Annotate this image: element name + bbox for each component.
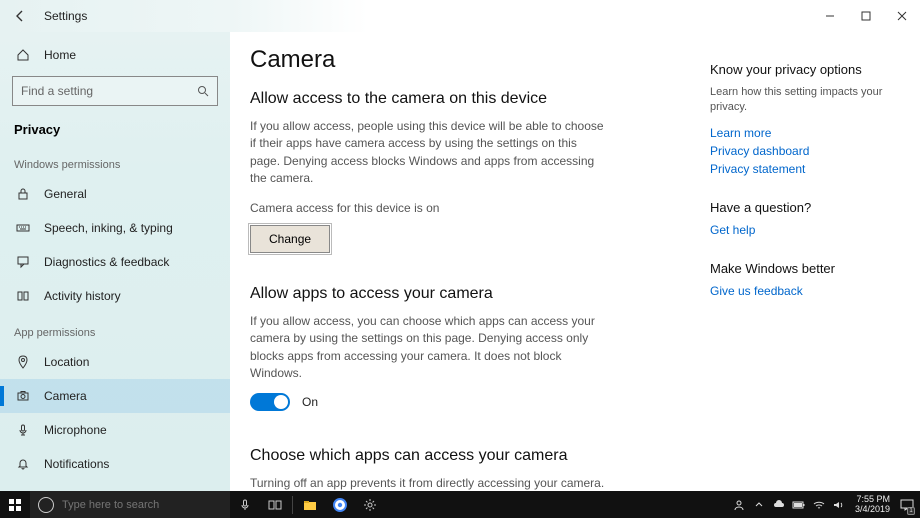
sidebar-item-notifications[interactable]: Notifications <box>0 447 230 481</box>
rail-question-heading: Have a question? <box>710 200 908 215</box>
camera-access-status: Camera access for this device is on <box>250 200 610 217</box>
history-icon <box>14 287 32 305</box>
settings-taskbar[interactable] <box>355 491 385 518</box>
learn-more-link[interactable]: Learn more <box>710 126 908 140</box>
sidebar-item-label: Diagnostics & feedback <box>44 255 169 269</box>
titlebar: Settings <box>0 0 920 32</box>
search-box[interactable] <box>12 76 218 106</box>
sidebar-item-label: Camera <box>44 389 87 403</box>
task-view-button[interactable] <box>260 491 290 518</box>
sidebar-item-label: General <box>44 187 87 201</box>
section-choose-apps-heading: Choose which apps can access your camera <box>250 447 680 465</box>
privacy-statement-link[interactable]: Privacy statement <box>710 162 908 176</box>
get-help-link[interactable]: Get help <box>710 223 908 237</box>
wifi-icon[interactable] <box>809 491 829 518</box>
volume-icon[interactable] <box>829 491 849 518</box>
privacy-dashboard-link[interactable]: Privacy dashboard <box>710 144 908 158</box>
taskbar: 7:55 PM 3/4/2019 1 <box>0 491 920 518</box>
camera-icon <box>14 387 32 405</box>
taskbar-divider <box>292 496 293 514</box>
search-input[interactable] <box>21 84 197 98</box>
rail-privacy-text: Learn how this setting impacts your priv… <box>710 85 908 116</box>
sidebar-item-microphone[interactable]: Microphone <box>0 413 230 447</box>
rail-privacy-heading: Know your privacy options <box>710 62 908 77</box>
allow-apps-toggle[interactable] <box>250 393 290 411</box>
sidebar-group-app-permissions: App permissions <box>0 313 230 345</box>
minimize-button[interactable] <box>812 0 848 32</box>
back-button[interactable] <box>8 4 32 28</box>
rail-feedback-heading: Make Windows better <box>710 261 908 276</box>
chrome-taskbar[interactable] <box>325 491 355 518</box>
toggle-state-label: On <box>302 395 318 409</box>
arrow-left-icon <box>13 9 27 23</box>
toggle-knob <box>274 395 288 409</box>
clock-date: 3/4/2019 <box>855 505 890 515</box>
page-title: Camera <box>250 46 680 74</box>
battery-icon[interactable] <box>789 491 809 518</box>
sidebar-item-label: Microphone <box>44 423 107 437</box>
lock-icon <box>14 185 32 203</box>
section-allow-apps-heading: Allow apps to access your camera <box>250 285 680 303</box>
windows-icon <box>8 498 22 512</box>
sidebar-item-label: Notifications <box>44 457 109 471</box>
taskbar-search[interactable] <box>30 491 230 518</box>
start-button[interactable] <box>0 491 30 518</box>
section-allow-device-text: If you allow access, people using this d… <box>250 118 610 188</box>
location-icon <box>14 353 32 371</box>
sidebar-item-general[interactable]: General <box>0 177 230 211</box>
people-icon[interactable] <box>729 491 749 518</box>
mic-icon-taskbar[interactable] <box>230 491 260 518</box>
notification-badge: 1 <box>907 507 915 515</box>
close-button[interactable] <box>884 0 920 32</box>
bell-icon <box>14 455 32 473</box>
section-allow-apps-text: If you allow access, you can choose whic… <box>250 313 610 383</box>
sidebar-group-windows-permissions: Windows permissions <box>0 145 230 177</box>
search-icon <box>197 85 209 97</box>
give-feedback-link[interactable]: Give us feedback <box>710 284 908 298</box>
system-tray: 7:55 PM 3/4/2019 1 <box>729 491 920 518</box>
sidebar-item-label: Activity history <box>44 289 121 303</box>
sidebar-home[interactable]: Home <box>0 38 230 72</box>
home-icon <box>14 46 32 64</box>
cortana-icon <box>38 497 54 513</box>
taskbar-clock[interactable]: 7:55 PM 3/4/2019 <box>849 495 896 515</box>
change-button[interactable]: Change <box>250 225 330 253</box>
sidebar-item-speech[interactable]: Speech, inking, & typing <box>0 211 230 245</box>
right-rail: Know your privacy options Learn how this… <box>710 32 920 491</box>
tray-chevron-up[interactable] <box>749 491 769 518</box>
keyboard-icon <box>14 219 32 237</box>
onedrive-icon[interactable] <box>769 491 789 518</box>
maximize-button[interactable] <box>848 0 884 32</box>
file-explorer-taskbar[interactable] <box>295 491 325 518</box>
sidebar: Home Privacy Windows permissions General… <box>0 32 230 491</box>
section-choose-apps-text: Turning off an app prevents it from dire… <box>250 475 610 491</box>
sidebar-item-label: Speech, inking, & typing <box>44 221 173 235</box>
section-allow-device-heading: Allow access to the camera on this devic… <box>250 90 680 108</box>
active-indicator <box>0 386 4 406</box>
action-center-button[interactable]: 1 <box>896 491 918 518</box>
sidebar-item-label: Location <box>44 355 89 369</box>
feedback-icon <box>14 253 32 271</box>
microphone-icon <box>14 421 32 439</box>
sidebar-item-diagnostics[interactable]: Diagnostics & feedback <box>0 245 230 279</box>
sidebar-item-camera[interactable]: Camera <box>0 379 230 413</box>
sidebar-item-location[interactable]: Location <box>0 345 230 379</box>
window-title: Settings <box>44 9 87 23</box>
main-content: Camera Allow access to the camera on thi… <box>230 32 710 491</box>
sidebar-privacy-header: Privacy <box>0 114 230 145</box>
taskbar-search-input[interactable] <box>62 499 222 511</box>
sidebar-home-label: Home <box>44 48 76 62</box>
sidebar-item-activity[interactable]: Activity history <box>0 279 230 313</box>
